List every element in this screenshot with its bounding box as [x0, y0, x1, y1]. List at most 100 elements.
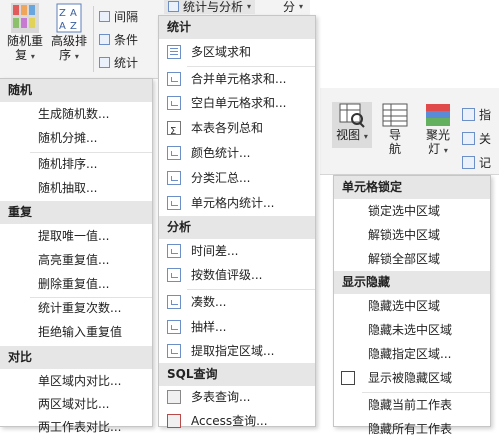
menu-item-delete-duplicates[interactable]: 删除重复值... [0, 272, 152, 296]
menu-item-subtotal[interactable]: 分类汇总... [159, 166, 315, 190]
checkbox-icon [341, 371, 355, 385]
menu-item-color-stats[interactable]: 颜色统计... [159, 141, 315, 165]
stats-label: 统计 [114, 56, 139, 70]
menu-item-lock-selection[interactable]: 锁定选中区域 [334, 199, 490, 223]
menu-item-generate-random[interactable]: 生成随机数... [0, 102, 152, 126]
stats-button[interactable]: 统计 [99, 54, 138, 71]
menu-item-reject-duplicates[interactable]: 拒绝输入重复值 [0, 320, 152, 344]
menu-item-random-allocate[interactable]: 随机分摊... [0, 126, 152, 150]
close-button[interactable]: 关 [462, 130, 491, 147]
split-button[interactable]: 分 ▾ [283, 0, 303, 14]
menu-item-label: 隐藏选中区域 [368, 299, 441, 313]
menu-item-extract-unique[interactable]: 提取唯一值... [0, 224, 152, 248]
menu-header-repeat: 重复 [0, 201, 152, 224]
menu-item-multi-table-query[interactable]: 多表查询... [159, 385, 315, 409]
record-icon [462, 156, 475, 169]
stats-analysis-button[interactable]: 统计与分析 ▾ [164, 0, 256, 14]
menu-item-multi-range-sum[interactable]: 多区域求和 [159, 40, 315, 64]
condition-button[interactable]: 条件 [99, 31, 138, 48]
view-button[interactable]: 视图 ▾ [332, 102, 372, 148]
menu-item-blank-cell-sum[interactable]: 空白单元格求和... [159, 91, 315, 115]
chevron-down-icon: ▾ [363, 132, 368, 141]
svg-text:Z: Z [59, 8, 66, 19]
menu-item-access-query[interactable]: Access查询... [159, 409, 315, 433]
menu-item-value-grading[interactable]: 按数值评级... [159, 263, 315, 287]
menu-item-single-range-compare[interactable]: 单区域内对比... [0, 369, 152, 393]
calc-icon [167, 268, 181, 282]
chevron-down-icon: ▾ [74, 52, 79, 61]
spotlight-label-2: 灯 ▾ [428, 142, 448, 156]
menu-item-label: 空白单元格求和... [191, 96, 287, 110]
menu-item-hide-all-sheets[interactable]: 隐藏所有工作表 [334, 417, 490, 441]
record-button[interactable]: 记 [462, 154, 491, 171]
split-label: 分 [283, 0, 296, 14]
calc-icon [167, 344, 181, 358]
menu-item-unlock-all[interactable]: 解锁全部区域 [334, 247, 490, 271]
menu-item-label: 合并单元格求和... [191, 72, 287, 86]
menu-item-time-diff[interactable]: 时间差... [159, 239, 315, 263]
calc-icon [167, 146, 181, 160]
menu-item-hide-unselected[interactable]: 隐藏未选中区域 [334, 318, 490, 342]
random-repeat-label-2: 复 ▾ [15, 48, 35, 62]
menu-header-analysis: 分析 [159, 216, 315, 239]
menu-item-label: 显示被隐藏区域 [368, 371, 453, 385]
menu-item-sampling[interactable]: 抽样... [159, 315, 315, 339]
menu-item-two-range-compare[interactable]: 两区域对比... [0, 392, 152, 416]
menu-item-random-pick[interactable]: 随机抽取... [0, 176, 152, 200]
random-repeat-menu: 随机 生成随机数... 随机分摊... 随机排序... 随机抽取... 重复 提… [0, 78, 153, 434]
menu-item-hide-specified[interactable]: 隐藏指定区域... [334, 342, 490, 366]
calc-icon [167, 96, 181, 110]
menu-header-show-hide: 显示隐藏 [334, 271, 490, 294]
navigation-button[interactable]: 导 航 [377, 102, 413, 156]
calc-icon [167, 244, 181, 258]
menu-item-label: 高亮重复值... [38, 253, 110, 267]
menu-item-hide-selection[interactable]: 隐藏选中区域 [334, 294, 490, 318]
menu-item-make-up-sum[interactable]: 凑数... [159, 290, 315, 314]
finger-label: 指 [479, 108, 492, 122]
menu-item-in-cell-stats[interactable]: 单元格内统计... [159, 191, 315, 215]
menu-item-label: 随机分摊... [38, 131, 98, 145]
menu-item-label: 颜色统计... [191, 146, 251, 160]
menu-item-label: 多区域求和 [191, 45, 252, 59]
chevron-down-icon: ▾ [299, 1, 304, 11]
menu-item-label: 锁定选中区域 [368, 204, 441, 218]
advanced-sort-button[interactable]: Z A A Z 高级排 序 ▾ [48, 2, 90, 64]
menu-item-two-sheet-compare[interactable]: 两工作表对比... [0, 415, 152, 439]
access-icon [167, 414, 181, 428]
menu-item-label: 提取指定区域... [191, 344, 275, 358]
svg-text:Z: Z [70, 21, 77, 32]
svg-text:A: A [70, 8, 77, 19]
spotlight-button[interactable]: 聚光 灯 ▾ [419, 102, 457, 158]
navigation-icon [382, 103, 408, 127]
menu-item-column-totals[interactable]: 本表各列总和 [159, 116, 315, 144]
calc-icon [167, 72, 181, 86]
menu-item-extract-range[interactable]: 提取指定区域... [159, 339, 315, 363]
menu-item-random-sort[interactable]: 随机排序... [0, 152, 152, 176]
menu-item-label: 隐藏所有工作表 [368, 422, 453, 436]
svg-text:A: A [59, 21, 66, 32]
menu-item-label: 抽样... [191, 320, 227, 334]
close-label: 关 [479, 132, 492, 146]
menu-item-merged-cell-sum[interactable]: 合并单元格求和... [159, 67, 315, 91]
menu-item-show-hidden[interactable]: 显示被隐藏区域 [334, 366, 490, 390]
advanced-sort-label-2: 序 ▾ [59, 48, 79, 62]
chevron-down-icon: ▾ [30, 52, 35, 61]
random-repeat-label-1: 随机重 [6, 34, 43, 48]
calc-icon [167, 196, 181, 210]
table-icon [167, 45, 181, 59]
menu-item-highlight-duplicates[interactable]: 高亮重复值... [0, 248, 152, 272]
menu-item-label: 本表各列总和 [191, 121, 264, 135]
spacing-label: 间隔 [114, 10, 139, 24]
menu-item-unlock-selection[interactable]: 解锁选中区域 [334, 223, 490, 247]
menu-header-random: 随机 [0, 79, 152, 102]
menu-item-label: 提取唯一值... [38, 229, 110, 243]
random-repeat-icon [11, 3, 39, 33]
menu-item-label: 随机抽取... [38, 181, 98, 195]
spotlight-label-1: 聚光 [425, 128, 450, 142]
menu-item-hide-current-sheet[interactable]: 隐藏当前工作表 [334, 393, 490, 417]
menu-item-label: 删除重复值... [38, 277, 110, 291]
finger-button[interactable]: 指 [462, 106, 491, 123]
menu-item-count-duplicates[interactable]: 统计重复次数... [0, 296, 152, 320]
random-repeat-button[interactable]: 随机重 复 ▾ [3, 2, 47, 64]
spacing-button[interactable]: 间隔 [99, 8, 138, 25]
